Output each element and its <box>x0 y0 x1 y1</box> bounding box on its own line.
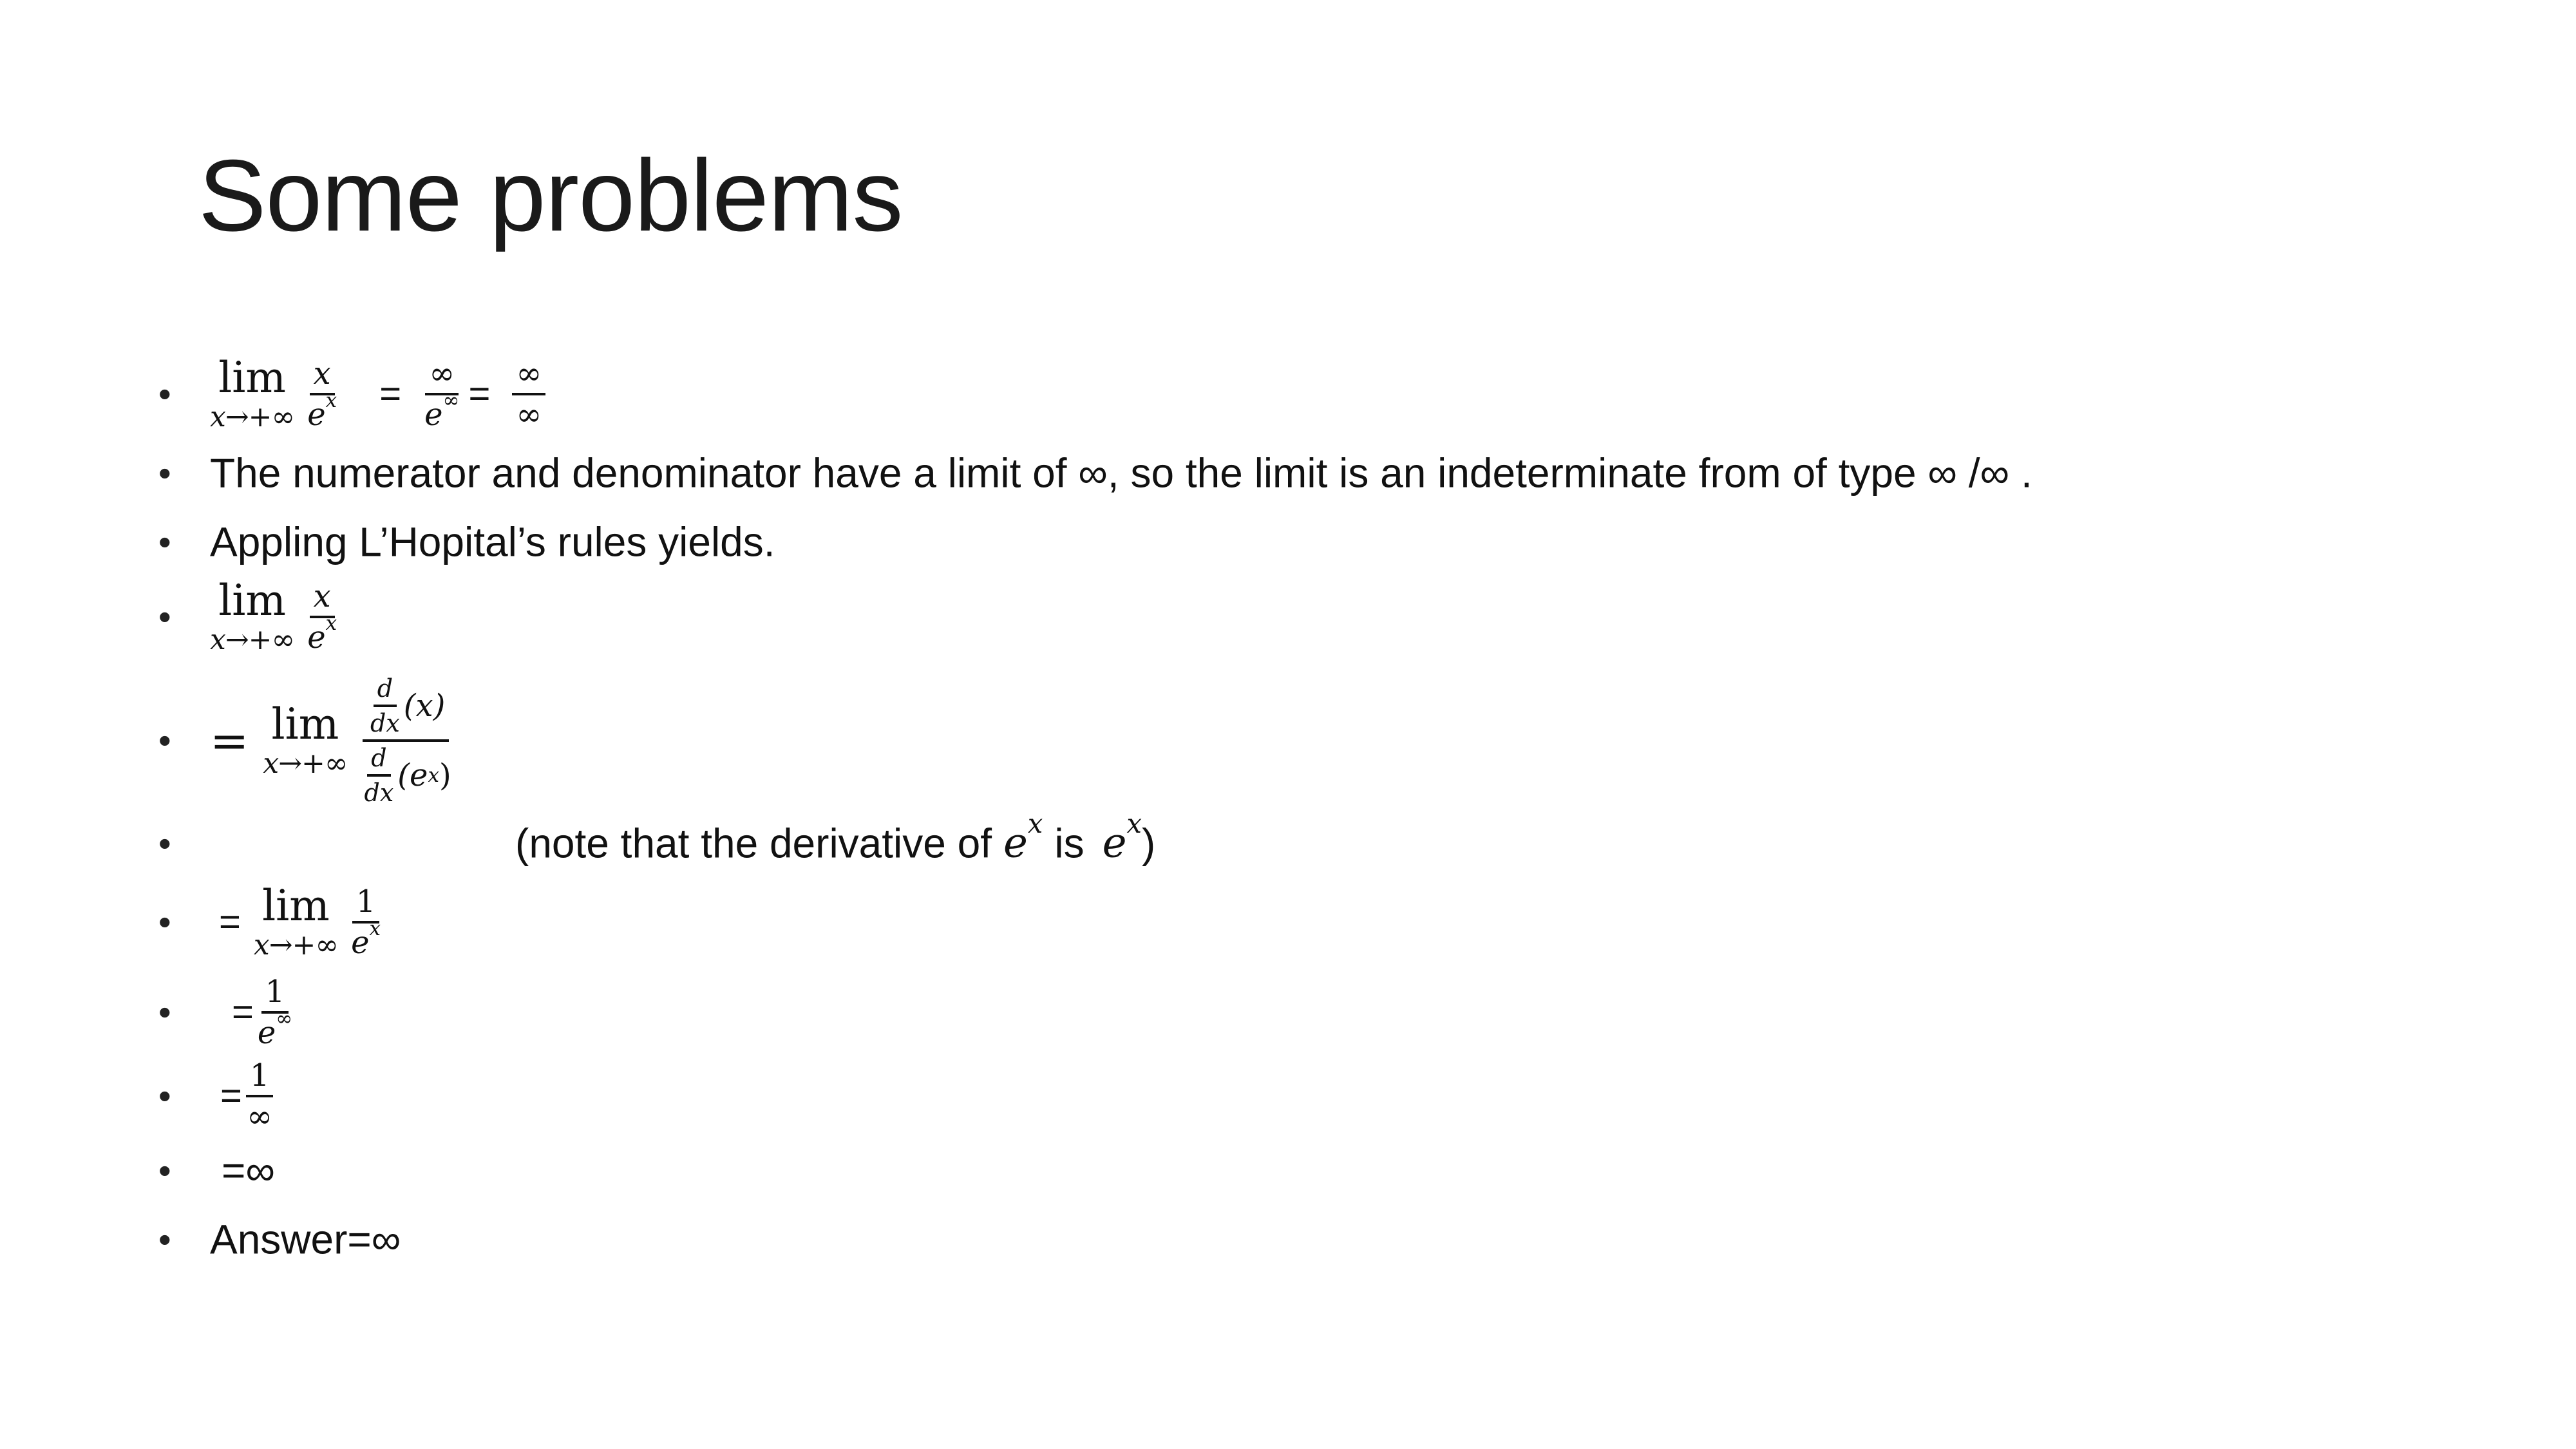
bullet-icon: • <box>158 823 171 864</box>
text-line: Appling L’Hopital’s rules yields. <box>210 518 775 565</box>
bullet-icon: • <box>158 1219 171 1260</box>
bullet-icon: • <box>158 522 171 562</box>
fraction: ∞ e∞ <box>424 355 460 433</box>
text-line: =∞ <box>222 1147 275 1194</box>
slide: Some problems • lim x→+∞ x ex = ∞ e∞ = ∞… <box>0 0 2576 1449</box>
bullet-icon: • <box>158 902 171 942</box>
fraction-expression: = 1 e∞ <box>232 974 293 1051</box>
fraction: x ex <box>307 355 337 433</box>
fraction: 1 e∞ <box>257 974 293 1051</box>
fraction: 1 ex <box>351 884 381 961</box>
bullet-icon: • <box>158 1150 171 1191</box>
note-line: (note that the derivative of ex is ex ) <box>515 808 1156 867</box>
derivative-operator: d dx <box>364 744 394 807</box>
bullet-icon: • <box>158 720 171 761</box>
bullet-icon: • <box>158 1075 171 1116</box>
limit-expression: lim x→+∞ x ex <box>210 580 341 654</box>
fraction: x ex <box>307 578 337 656</box>
derivative-operator: d dx <box>370 674 400 737</box>
limit-operator: lim x→+∞ <box>253 881 339 961</box>
limit-operator: lim x→+∞ <box>210 353 295 433</box>
bullet-icon: • <box>158 374 171 414</box>
derivative-fraction: d dx (x) d dx (e x) <box>361 676 451 805</box>
fraction: 1 ∞ <box>245 1057 274 1135</box>
limit-expression: = lim x→+∞ 1 ex <box>219 881 381 961</box>
limit-expression: lim x→+∞ x ex = ∞ e∞ = ∞ ∞ <box>210 357 549 431</box>
bullet-icon: • <box>158 453 171 493</box>
limit-operator: lim x→+∞ <box>210 576 295 656</box>
bullet-icon: • <box>158 992 171 1032</box>
slide-title: Some problems <box>198 139 903 252</box>
bullet-icon: • <box>158 596 171 637</box>
limit-expression: = lim x→+∞ d dx (x) d dx (e x) <box>210 674 451 807</box>
text-line: The numerator and denominator have a lim… <box>210 450 2032 497</box>
fraction-expression: = 1 ∞ <box>220 1057 274 1135</box>
limit-operator: lim x→+∞ <box>263 699 348 780</box>
answer-line: Answer=∞ <box>210 1216 401 1263</box>
fraction: ∞ ∞ <box>512 358 546 430</box>
